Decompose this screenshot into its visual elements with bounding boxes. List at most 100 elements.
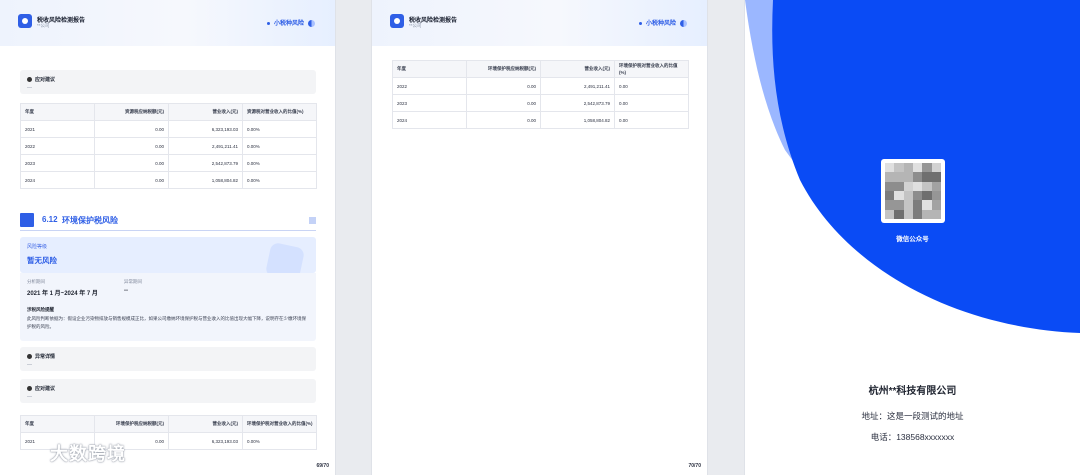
report-logo-icon xyxy=(18,14,32,28)
revenue-cell: 1,058,804.82 xyxy=(540,111,615,129)
advice-title-text: 应对建议 xyxy=(35,386,56,392)
page-number: 69/70 xyxy=(316,463,329,469)
year-cell: 2023 xyxy=(392,94,467,112)
category-tag-label: 小税种风险 xyxy=(273,21,304,27)
lightbulb-icon xyxy=(27,385,32,391)
qr-module xyxy=(903,200,913,210)
ratio-cell: 0.00% xyxy=(242,120,317,138)
qr-module xyxy=(894,172,904,182)
column-header: 资源税对营业收入的比值(%) xyxy=(242,103,317,121)
section-marker-icon xyxy=(20,213,34,227)
page-header: 税收风险检测报告 **公司 小税种风险 xyxy=(0,0,335,46)
tax-cell: 0.00 xyxy=(94,171,169,189)
qr-module xyxy=(894,200,904,210)
qr-module xyxy=(912,209,923,219)
qr-module xyxy=(922,163,932,173)
doc-subtitle: **公司 xyxy=(37,23,50,28)
year-cell: 2023 xyxy=(20,154,95,172)
ratio-cell: 0.00 xyxy=(614,94,689,112)
shield-icon xyxy=(264,241,306,273)
column-header: 年度 xyxy=(392,60,467,78)
company-name: 杭州**科技有限公司 xyxy=(868,386,957,397)
advice-title-text: 应对建议 xyxy=(35,77,56,83)
qr-module xyxy=(885,190,895,201)
abnormal-period-value: -- xyxy=(124,288,128,294)
column-header: 环境保护税应纳税额(元) xyxy=(94,415,169,433)
ratio-cell: 0.00 xyxy=(614,111,689,129)
year-cell: 2021 xyxy=(20,120,95,138)
qr-module xyxy=(885,209,895,219)
column-header: 环境保护税应纳税额(元) xyxy=(466,60,541,78)
half-circle-icon xyxy=(680,19,687,27)
section-heading: 6.12 环境保护税风险 xyxy=(20,213,316,231)
dot-icon xyxy=(266,21,270,25)
qr-module xyxy=(903,163,913,173)
ratio-cell: 0.00% xyxy=(242,432,317,450)
question-icon xyxy=(27,353,32,359)
risk-detail-panel: 分析期间 2021 年 1 月~2024 年 7 月 异常期间 -- 涉税风险提… xyxy=(20,273,316,341)
column-header: 营业收入(元) xyxy=(168,103,243,121)
section-number: 6.12 xyxy=(42,215,58,224)
qr-module xyxy=(912,172,923,182)
ratio-cell: 0.00% xyxy=(242,171,317,189)
abnormal-title-text: 异常详情 xyxy=(35,354,56,360)
report-page-69: 税收风险检测报告 **公司 小税种风险 应对建议 — 年度 资源税应纳税额(元)… xyxy=(0,0,335,475)
abnormal-title: 异常详情 xyxy=(27,353,55,360)
page-header: 税收风险检测报告 **公司 小税种风险 xyxy=(372,0,707,46)
qr-module xyxy=(931,172,941,182)
abnormal-period-label: 异常期间 xyxy=(124,279,142,284)
qr-module xyxy=(912,163,923,173)
revenue-cell: 2,542,873.79 xyxy=(540,94,615,112)
section-square-icon xyxy=(309,217,316,224)
table-row: 2022 0.00 2,491,211.41 0.00 xyxy=(392,77,689,95)
qr-module xyxy=(885,200,895,210)
qr-module xyxy=(894,163,904,173)
qr-code-pattern xyxy=(885,163,941,219)
advice-title: 应对建议 xyxy=(27,76,55,83)
qr-module xyxy=(931,209,941,219)
category-tag: 小税种风险 xyxy=(266,18,315,27)
period-value: 2021 年 1 月~2024 年 7 月 xyxy=(27,291,98,297)
dot-icon xyxy=(638,21,642,25)
qr-module xyxy=(931,163,941,173)
ratio-cell: 0.00% xyxy=(242,137,317,155)
table-row: 2021 0.00 6,323,193.03 0.00% xyxy=(20,120,317,138)
table-row: 2023 0.00 2,542,873.79 0.00 xyxy=(392,94,689,112)
table-row: 2024 0.00 1,058,804.82 0.00% xyxy=(20,171,317,189)
risk-level-value: 暂无风险 xyxy=(27,256,57,265)
qr-module xyxy=(903,209,913,219)
revenue-cell: 2,491,211.41 xyxy=(540,77,615,95)
qr-module xyxy=(894,190,904,201)
risk-level-label: 风险等级 xyxy=(27,244,48,250)
watermark-logo-icon xyxy=(8,449,34,465)
report-logo-icon xyxy=(390,14,404,28)
qr-module xyxy=(903,181,913,191)
ratio-cell: 0.00 xyxy=(614,77,689,95)
advice-title: 应对建议 xyxy=(27,385,55,392)
qr-module xyxy=(885,172,895,182)
report-page-70: 税收风险检测报告 **公司 小税种风险 年度 环境保护税应纳税额(元) 营业收入… xyxy=(372,0,707,475)
qr-module xyxy=(885,181,895,191)
revenue-cell: 2,542,873.79 xyxy=(168,154,243,172)
environment-tax-table-continued: 年度 环境保护税应纳税额(元) 营业收入(元) 环境保护税对营业收入的比值(%)… xyxy=(392,60,689,129)
column-header: 环境保护税对营业收入的比值(%) xyxy=(242,415,317,433)
ratio-cell: 0.00% xyxy=(242,154,317,172)
qr-module xyxy=(922,172,932,182)
qr-module xyxy=(894,209,904,219)
risk-description-title: 涉税风险提醒 xyxy=(27,307,54,312)
abnormal-details-box: 异常详情 — xyxy=(20,347,316,371)
year-cell: 2024 xyxy=(20,171,95,189)
year-cell: 2024 xyxy=(392,111,467,129)
column-header: 营业收入(元) xyxy=(540,60,615,78)
table-row: 2023 0.00 2,542,873.79 0.00% xyxy=(20,154,317,172)
revenue-cell: 6,323,193.03 xyxy=(168,120,243,138)
year-cell: 2022 xyxy=(392,77,467,95)
page-number: 70/70 xyxy=(688,463,701,469)
qr-module xyxy=(894,181,904,191)
qr-module xyxy=(912,190,923,201)
tax-cell: 0.00 xyxy=(94,154,169,172)
category-tag-label: 小税种风险 xyxy=(645,21,676,27)
tax-cell: 0.00 xyxy=(466,77,541,95)
table-row: 2022 0.00 2,491,211.41 0.00% xyxy=(20,137,317,155)
qr-module xyxy=(922,209,932,219)
